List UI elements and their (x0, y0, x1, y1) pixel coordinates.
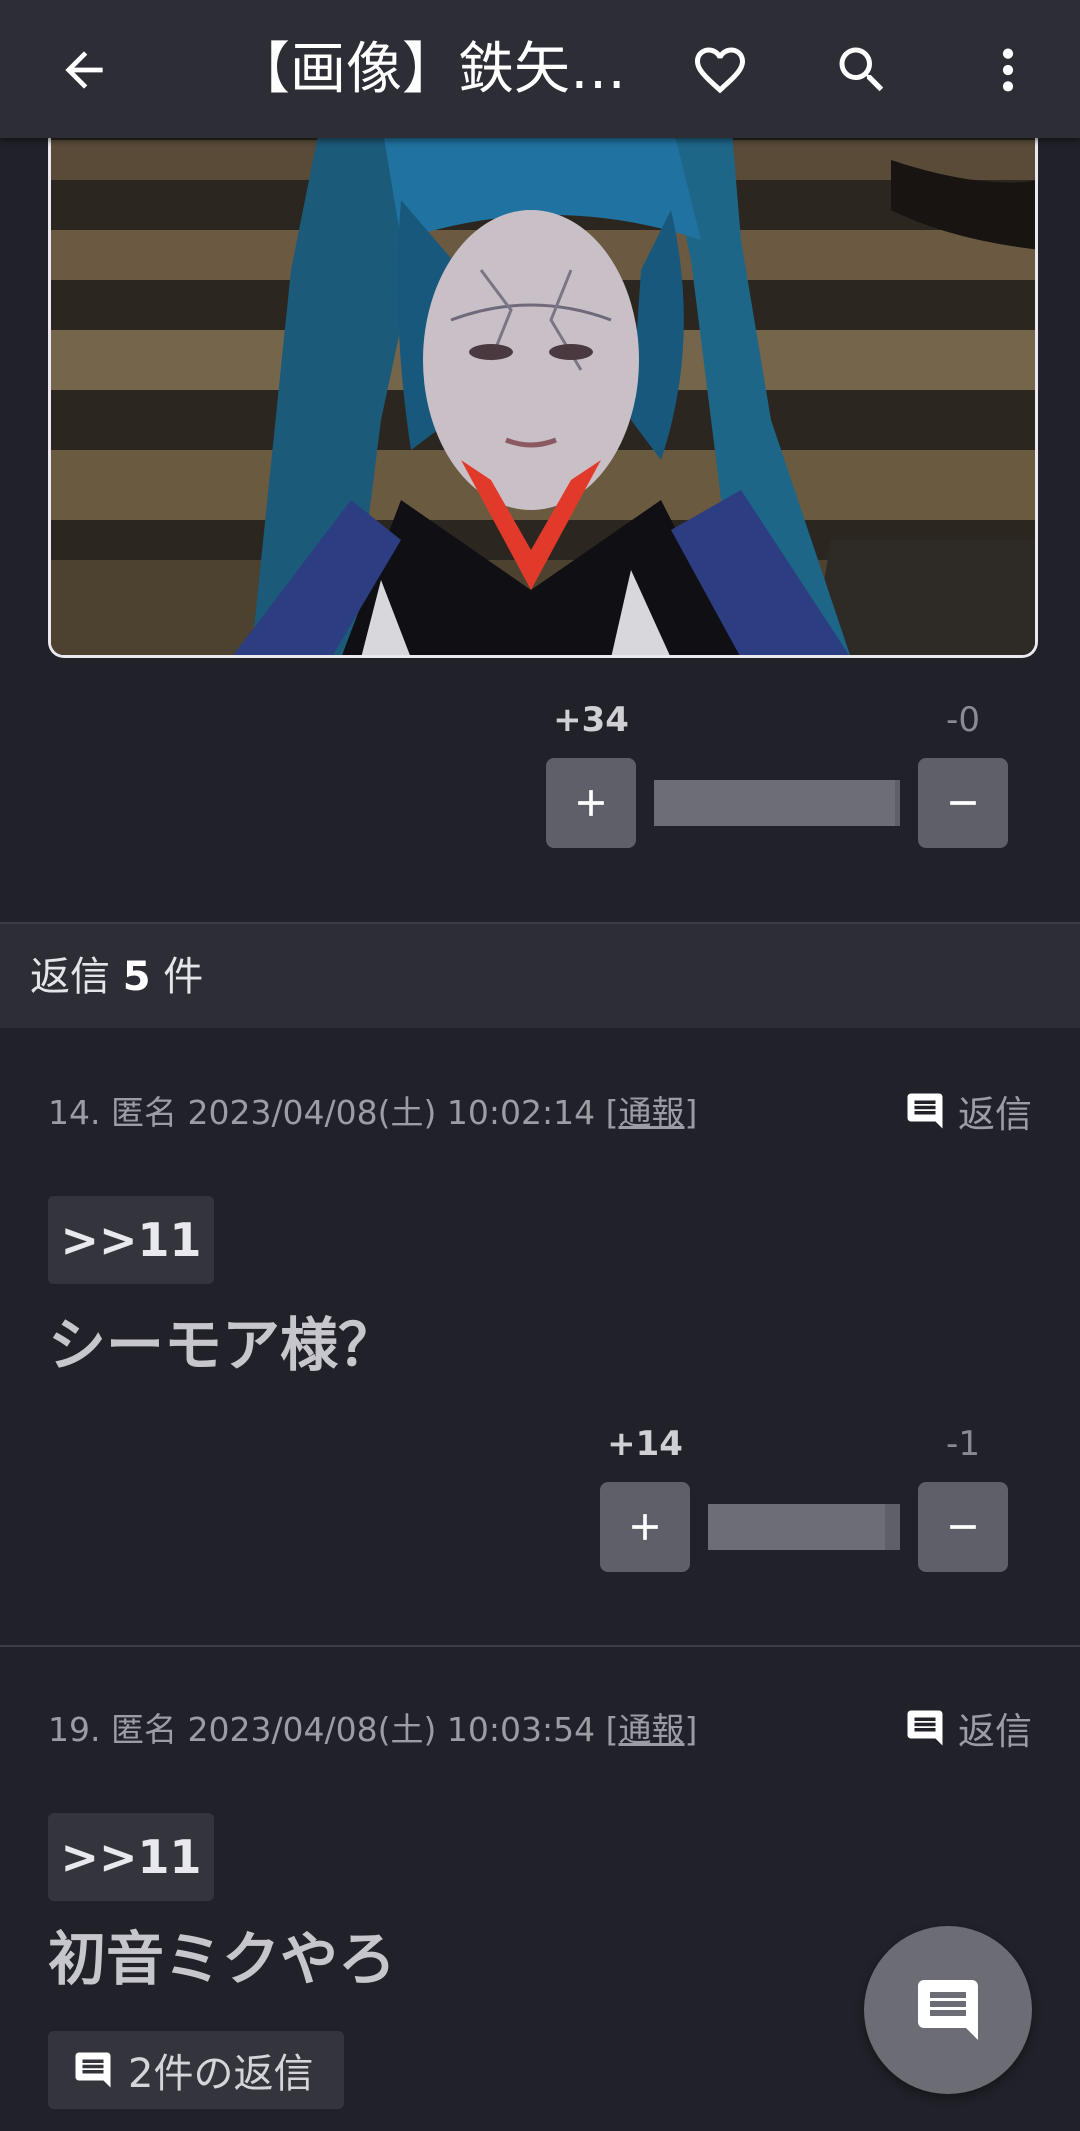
favorite-button[interactable] (672, 22, 768, 118)
comment-meta: 19. 匿名 2023/04/08(土) 10:03:54 [通報] (48, 1703, 697, 1751)
comment-icon (907, 1093, 943, 1129)
comment-body: 初音ミクやろ (48, 1925, 397, 1993)
more-vertical-icon (1002, 48, 1014, 92)
search-button[interactable] (814, 22, 910, 118)
reply-button-label: 返信 (958, 1710, 1032, 1753)
comment-body: シーモア様？ (48, 1311, 397, 1379)
more-menu-button[interactable] (960, 22, 1056, 118)
post-plus-button[interactable] (546, 758, 636, 848)
comment-icon (75, 2052, 111, 2088)
post-image-illustration (51, 120, 1035, 655)
arrow-left-icon (65, 51, 103, 89)
page-title: 【画像】鉄矢… (234, 37, 626, 102)
reply-button-label: 返信 (958, 1093, 1032, 1136)
back-button[interactable] (36, 22, 132, 118)
reply-button[interactable]: 返信 (904, 1701, 1032, 1755)
comment-minus-button[interactable] (918, 1482, 1008, 1572)
post-vote-bar-fill (654, 780, 896, 826)
heart-outline-icon (695, 47, 745, 94)
report-link[interactable]: 通報 (618, 1710, 684, 1749)
search-icon (839, 47, 884, 92)
comment-divider (0, 1645, 1080, 1647)
comment-info: 19. 匿名 2023/04/08(土) 10:03:54 [ (48, 1710, 619, 1749)
post-plus-count: +34 (553, 700, 629, 740)
app-bar: 【画像】鉄矢… (0, 0, 1080, 138)
replies-label: 返信 (30, 954, 110, 1000)
post-image[interactable] (48, 120, 1038, 658)
report-link[interactable]: 通報 (618, 1093, 684, 1132)
comment-info-end: ] (684, 1710, 698, 1749)
plus-icon (632, 1514, 658, 1540)
comment-vote-bar-fill (708, 1504, 885, 1550)
comment-info: 14. 匿名 2023/04/08(土) 10:02:14 [ (48, 1093, 619, 1132)
plus-icon (578, 790, 604, 816)
reply-button[interactable]: 返信 (904, 1084, 1032, 1138)
comment-info-end: ] (684, 1093, 698, 1132)
replies-count: 5 (122, 954, 151, 1000)
anchor-link[interactable]: >>11 (48, 1813, 214, 1901)
comment-plus-button[interactable] (600, 1482, 690, 1572)
minus-icon (950, 1525, 976, 1529)
view-replies-button[interactable]: 2件の返信 (48, 2031, 344, 2109)
comment-icon (918, 1980, 978, 2040)
post-vote-bar (654, 780, 900, 826)
view-replies-label: 2件の返信 (128, 2051, 314, 2097)
comment-icon (907, 1710, 943, 1746)
replies-header: 返信 5 件 (0, 922, 1080, 1028)
comment-meta: 14. 匿名 2023/04/08(土) 10:02:14 [通報] (48, 1086, 697, 1134)
minus-icon (950, 801, 976, 805)
replies-suffix: 件 (163, 954, 204, 1000)
comment-plus-count: +14 (607, 1424, 683, 1464)
anchor-link[interactable]: >>11 (48, 1196, 214, 1284)
post-minus-button[interactable] (918, 758, 1008, 848)
comment-vote-bar (708, 1504, 900, 1550)
compose-comment-fab[interactable] (864, 1926, 1032, 2094)
comment-minus-count: -1 (946, 1424, 980, 1464)
post-minus-count: -0 (946, 700, 980, 740)
